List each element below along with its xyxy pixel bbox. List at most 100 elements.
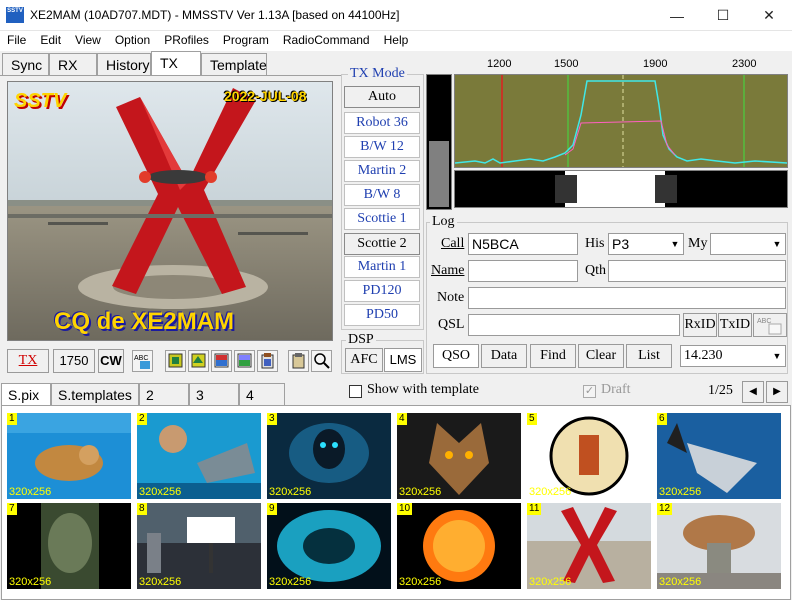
thumbnail[interactable]: 11 320x256 [527,503,651,589]
thumbnail[interactable]: 4 320x256 [397,413,521,499]
freq-tick-2300: 2300 [732,58,757,70]
thumbnail[interactable]: 2 320x256 [137,413,261,499]
menu-bar: File Edit View Option PRofiles Program R… [0,31,792,51]
my-rst-select[interactable]: ▼ [710,233,786,255]
mode-robot36-button[interactable]: Robot 36 [344,112,420,134]
menu-radiocommand[interactable]: RadioCommand [276,31,377,51]
thumbnail[interactable]: 9 320x256 [267,503,391,589]
prev-page-button[interactable]: ◀ [742,381,764,403]
chevron-down-icon: ▼ [772,239,782,249]
image-cq-text: CQ de XE2MAM [54,308,235,335]
tab-stemplates-3[interactable]: 3 [189,383,239,405]
mode-auto-button[interactable]: Auto [344,86,420,108]
thumbnail-size: 320x256 [9,486,52,498]
tab-tx[interactable]: TX [151,51,201,75]
clipboard-icon[interactable] [288,350,309,372]
zoom-icon[interactable] [311,350,332,372]
qth-field[interactable] [608,260,786,282]
mode-bw12-button[interactable]: B/W 12 [344,136,420,158]
mode-pd50-button[interactable]: PD50 [344,304,420,326]
menu-view[interactable]: View [68,31,108,51]
tx-image[interactable]: SSTV 2022-JUL-08 CQ de XE2MAM [7,81,333,341]
mode-scottie1-button[interactable]: Scottie 1 [344,208,420,230]
tab-stemplates-2[interactable]: 2 [139,383,189,405]
thumbnail[interactable]: 10 320x256 [397,503,521,589]
qso-button[interactable]: QSO [433,344,479,368]
thumbnail[interactable]: 1 320x256 [7,413,131,499]
thumbnail-size: 320x256 [9,576,52,588]
edit-image-icon[interactable] [211,350,232,372]
tab-stemplates-4[interactable]: 4 [239,383,285,405]
mode-martin2-button[interactable]: Martin 2 [344,160,420,182]
tab-template[interactable]: Template [201,53,267,75]
lms-button[interactable]: LMS [384,348,422,372]
rxid-button[interactable]: RxID [683,313,717,337]
menu-program[interactable]: Program [216,31,276,51]
thumbnail[interactable]: 12 320x256 [657,503,781,589]
thumbnail-size: 320x256 [139,486,182,498]
txid-button[interactable]: TxID [718,313,752,337]
svg-text:ABC: ABC [134,355,148,362]
thumbnail[interactable]: 5 320x256 [527,413,651,499]
app-icon: SSTV [6,7,24,23]
menu-option[interactable]: Option [108,31,157,51]
find-button[interactable]: Find [530,344,576,368]
menu-edit[interactable]: Edit [33,31,68,51]
show-template-checkbox[interactable] [349,385,362,398]
mode-scottie2-button[interactable]: Scottie 2 [344,233,420,255]
maximize-button[interactable]: ☐ [700,0,746,31]
tab-spix[interactable]: S.pix [1,383,51,405]
list-button[interactable]: List [626,344,672,368]
my-label: My [688,236,708,251]
minimize-button[interactable]: — [654,0,700,31]
data-button[interactable]: Data [481,344,527,368]
tone-1750-button[interactable]: 1750 [53,349,95,373]
level-meter [426,74,452,210]
tab-sync[interactable]: Sync [2,53,49,75]
mode-bw8-button[interactable]: B/W 8 [344,184,420,206]
tx-button[interactable]: TX [7,349,49,373]
frequency-select[interactable]: 14.230 ▼ [680,345,786,367]
draft-checkbox[interactable]: ✓ [583,385,596,398]
paste-template-icon[interactable] [257,350,278,372]
cw-button[interactable]: CW [98,349,124,373]
menu-profiles[interactable]: PRofiles [157,31,216,51]
menu-help[interactable]: Help [377,31,416,51]
tab-history[interactable]: History [97,53,151,75]
clear-button[interactable]: Clear [578,344,624,368]
log-label: Log [430,214,457,230]
thumbnail[interactable]: 6 320x256 [657,413,781,499]
close-button[interactable]: ✕ [746,0,792,31]
tab-rx[interactable]: RX [49,53,97,75]
load-image-icon[interactable] [165,350,186,372]
mode-martin1-button[interactable]: Martin 1 [344,256,420,278]
note-field[interactable] [468,287,786,309]
abc-icon[interactable]: ABC [753,313,787,337]
page-indicator: 1/25 [708,383,733,398]
thumbnail[interactable]: 7 320x256 [7,503,131,589]
thumbnail[interactable]: 3 320x256 [267,413,391,499]
copy-template-icon[interactable] [234,350,255,372]
title-bar: SSTV XE2MAM (10AD707.MDT) - MMSSTV Ver 1… [0,0,792,31]
chevron-down-icon: ▼ [772,351,782,361]
spectrum-display[interactable] [454,74,788,168]
menu-file[interactable]: File [0,31,33,51]
qsl-field[interactable] [468,314,680,336]
call-field[interactable]: N5BCA [468,233,578,255]
his-rst-select[interactable]: P3 ▼ [608,233,684,255]
paste-image-icon[interactable] [188,350,209,372]
tab-stemplates-1[interactable]: S.templates 1 [51,383,139,419]
name-field[interactable] [468,260,578,282]
frequency-value: 14.230 [684,348,723,363]
waterfall-display[interactable] [454,170,788,208]
his-label: His [585,236,605,251]
dsp-label: DSP [346,332,376,348]
next-page-button[interactable]: ▶ [766,381,788,403]
image-date-text: 2022-JUL-08 [224,88,307,104]
thumbnail-size: 320x256 [139,576,182,588]
afc-button[interactable]: AFC [345,348,383,372]
mode-pd120-button[interactable]: PD120 [344,280,420,302]
arrow-right-icon: ▶ [773,386,781,397]
text-overlay-icon[interactable]: ABC [132,350,153,372]
thumbnail[interactable]: 8 320x256 [137,503,261,589]
